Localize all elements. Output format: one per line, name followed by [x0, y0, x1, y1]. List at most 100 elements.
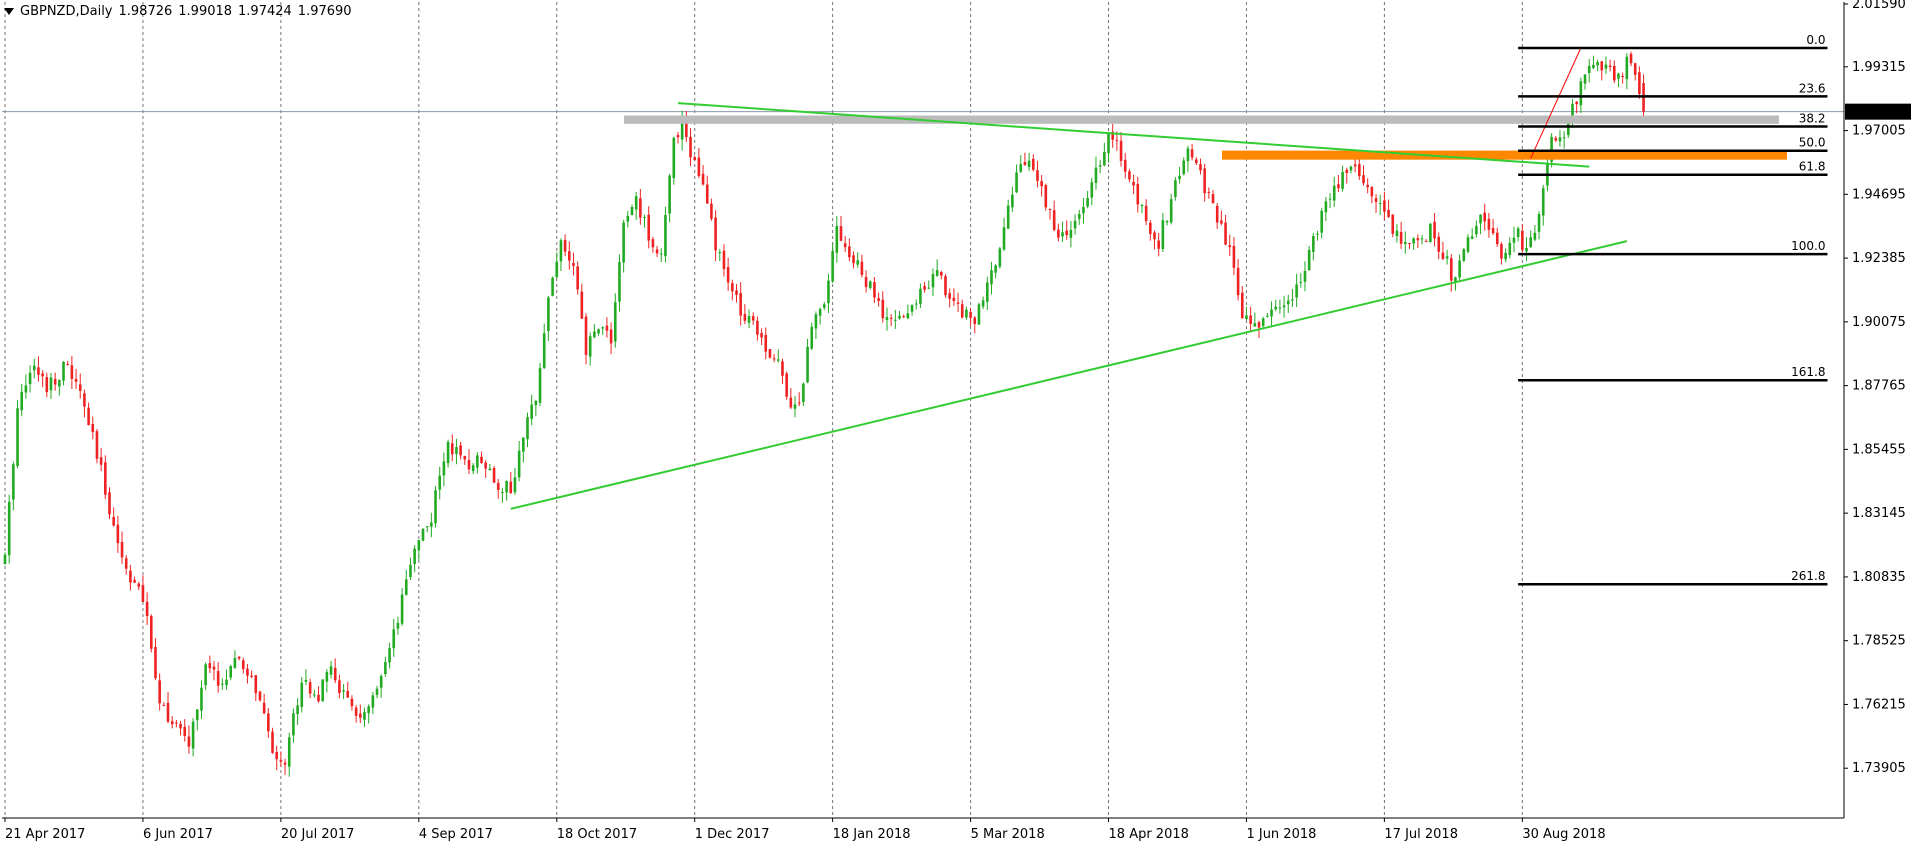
- chart-info-bar: GBPNZD,Daily 1.98726 1.99018 1.97424 1.97690: [4, 4, 358, 19]
- candle-body: [1090, 182, 1094, 198]
- candle-body: [1207, 191, 1211, 193]
- candle-body: [404, 579, 408, 595]
- candle-body: [526, 417, 529, 440]
- candle-body: [1353, 164, 1357, 167]
- candle-body: [827, 280, 830, 304]
- candle-body: [772, 358, 776, 360]
- price-chart[interactable]: 0.0 23.6 38.2 50.0 61.8 100.0 161.8 261.8 2.015…: [0, 0, 1916, 847]
- candle-body: [1441, 252, 1445, 259]
- candle-body: [1245, 315, 1248, 320]
- candle-body: [208, 663, 212, 669]
- y-tick-label: 1.97005: [1852, 124, 1906, 139]
- candle-body: [166, 702, 170, 722]
- candle-body: [814, 314, 818, 329]
- x-tick-label: 1 Dec 2017: [695, 827, 770, 842]
- candle-body: [53, 378, 57, 385]
- candle-body: [66, 364, 69, 366]
- candle-body: [885, 316, 889, 321]
- candle-body: [12, 464, 15, 500]
- candle-body: [986, 282, 989, 302]
- candle-body: [28, 372, 32, 384]
- y-tick-label: 1.78525: [1852, 634, 1906, 649]
- candle-body: [655, 249, 659, 254]
- high-value: 1.99018: [178, 4, 233, 19]
- candle-body: [559, 240, 563, 262]
- candle-body: [1036, 170, 1039, 181]
- candle-body: [1533, 232, 1537, 240]
- candle-body: [1169, 199, 1173, 223]
- candle-body: [225, 679, 228, 686]
- candle-body: [1562, 137, 1566, 139]
- candle-body: [1395, 230, 1399, 237]
- candle-body: [1462, 249, 1466, 261]
- candle-body: [1341, 171, 1344, 189]
- candle-body: [960, 304, 964, 318]
- candle-body: [647, 214, 651, 241]
- candle-body: [781, 361, 784, 376]
- candle-body: [998, 248, 1002, 267]
- candle-body: [593, 331, 596, 338]
- candle-body: [313, 694, 316, 696]
- candle-body: [446, 441, 450, 464]
- candle-body: [1500, 244, 1503, 259]
- candle-body: [108, 492, 111, 515]
- candle-body: [329, 666, 333, 675]
- candle-body: [434, 490, 437, 524]
- candle-body: [1107, 133, 1110, 154]
- candle-body: [1123, 159, 1127, 172]
- candle-body: [1332, 185, 1336, 201]
- candle-body: [1416, 238, 1420, 241]
- candle-body: [965, 309, 968, 318]
- candle-body: [634, 196, 638, 210]
- candle-body: [204, 664, 207, 686]
- y-tick-label: 1.83145: [1852, 506, 1906, 521]
- candle-body: [1236, 267, 1240, 296]
- candle-body: [241, 660, 245, 670]
- candle-body: [459, 445, 462, 456]
- candle-body: [400, 594, 404, 624]
- candle-body: [1420, 238, 1424, 240]
- candle-body: [367, 706, 370, 714]
- candle-body: [1307, 249, 1311, 271]
- candle-body: [492, 468, 496, 483]
- candle-body: [200, 687, 203, 711]
- fib-level-label: 50.0: [1799, 136, 1826, 150]
- candle-body: [873, 282, 876, 298]
- candle-body: [384, 661, 387, 675]
- candle-body: [359, 713, 362, 718]
- open-value: 1.98726: [118, 4, 173, 19]
- candle-body: [1349, 166, 1353, 171]
- candle-body: [1458, 260, 1461, 278]
- candle-body: [1613, 65, 1616, 81]
- candle-body: [822, 304, 826, 308]
- candle-body: [1048, 208, 1052, 211]
- candle-body: [1608, 65, 1612, 68]
- candle-body: [7, 501, 11, 556]
- current-price-tag-text: 1.97690: [1850, 106, 1909, 121]
- candle-body: [455, 447, 458, 455]
- candle-body: [643, 216, 646, 218]
- candle-body: [216, 671, 220, 686]
- fib-level-label: 261.8: [1791, 569, 1825, 583]
- y-tick-label: 1.92385: [1852, 251, 1906, 266]
- candle-body: [802, 383, 805, 402]
- candle-body: [1019, 164, 1023, 172]
- candle-body: [1504, 252, 1507, 260]
- candle-body: [1052, 210, 1056, 230]
- fib-level-label: 23.6: [1799, 81, 1826, 95]
- candle-body: [1596, 61, 1599, 66]
- candle-body: [116, 524, 120, 544]
- candle-body: [104, 462, 107, 495]
- candle-body: [162, 704, 166, 706]
- candle-body: [1495, 232, 1499, 245]
- candle-body: [735, 290, 738, 295]
- candle-body: [417, 540, 421, 551]
- candle-body: [1583, 74, 1587, 84]
- candle-body: [1228, 245, 1232, 248]
- dropdown-triangle-icon[interactable]: [4, 8, 14, 15]
- candle-body: [350, 698, 354, 707]
- candle-body: [371, 695, 375, 708]
- candle-body: [78, 384, 82, 391]
- candle-body: [522, 437, 525, 452]
- fib-level-label: 100.0: [1791, 239, 1825, 253]
